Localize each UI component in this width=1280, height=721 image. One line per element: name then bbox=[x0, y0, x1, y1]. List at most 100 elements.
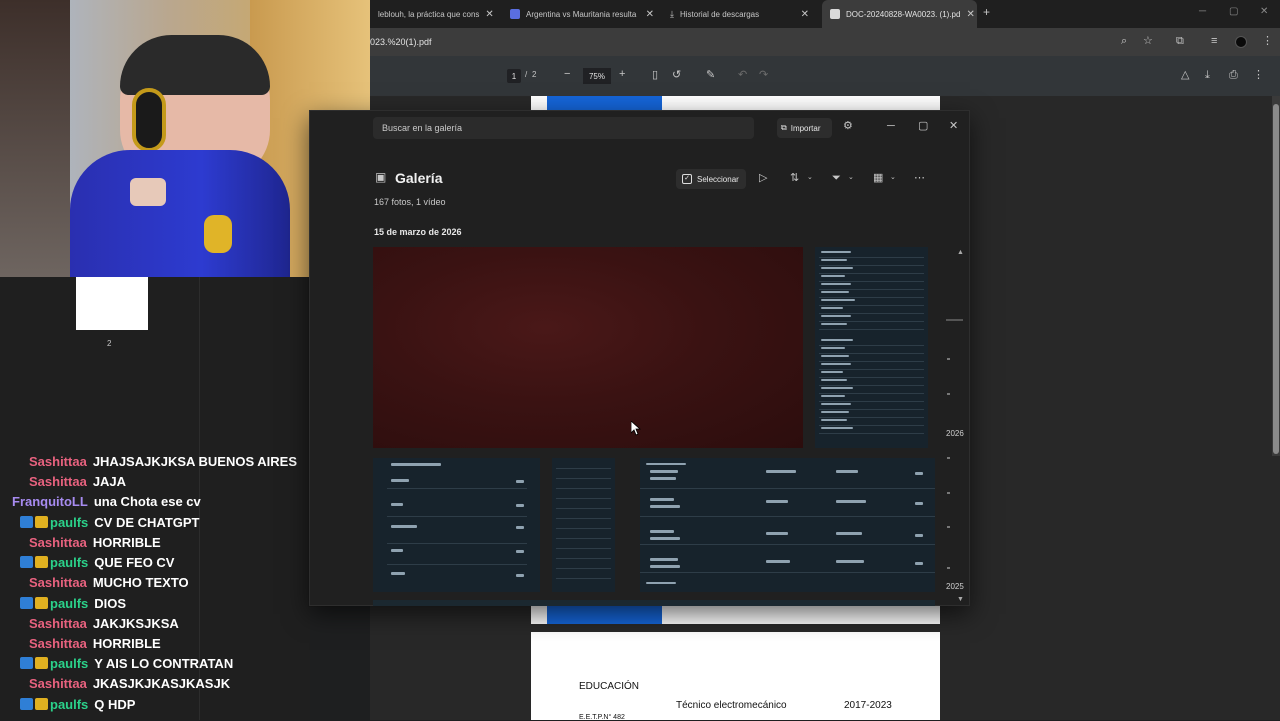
print-icon[interactable]: ⎙ bbox=[1229, 70, 1238, 81]
timeline-thumb[interactable] bbox=[946, 319, 963, 321]
menu-dots-icon[interactable]: ⋮ bbox=[1262, 36, 1273, 47]
tab-label: Argentina vs Mauritania resulta bbox=[526, 9, 637, 19]
more-options-icon[interactable]: ⋮ bbox=[1253, 70, 1264, 81]
close-icon[interactable]: ✕ bbox=[949, 121, 958, 132]
chat-username[interactable]: Sashittaa bbox=[29, 535, 87, 550]
tab-4-active[interactable]: DOC-20240828-WA0023. (1).pd ✕ bbox=[822, 0, 977, 28]
chat-username[interactable]: Sashittaa bbox=[29, 676, 87, 691]
view-layout-icon[interactable]: ▦ bbox=[873, 173, 883, 184]
chat-username[interactable]: Sashittaa bbox=[29, 575, 87, 590]
chat-text: QUE FEO CV bbox=[94, 554, 175, 570]
tab-label: Historial de descargas bbox=[679, 9, 760, 19]
crown-badge-icon bbox=[35, 698, 48, 710]
chat-text: JAKJKSJKSA bbox=[92, 615, 179, 631]
profile-avatar[interactable] bbox=[1235, 36, 1247, 48]
timeline-tick bbox=[947, 457, 950, 459]
minimize-icon[interactable]: ─ bbox=[887, 121, 895, 132]
close-tab-icon[interactable]: ✕ bbox=[646, 9, 654, 20]
pdf-scrollbar[interactable] bbox=[1272, 96, 1280, 456]
chat-text: Y AIS LO CONTRATAN bbox=[94, 655, 234, 671]
slideshow-icon[interactable]: ▷ bbox=[759, 173, 767, 184]
maximize-icon[interactable]: ▢ bbox=[918, 121, 928, 132]
years-text: 2017-2023 bbox=[844, 700, 892, 711]
screenshot-thumbnail[interactable] bbox=[640, 458, 935, 592]
chat-username[interactable]: paulfs bbox=[50, 596, 88, 611]
chat-username[interactable]: paulfs bbox=[50, 697, 88, 712]
tab-3[interactable]: ⤓ Historial de descargas ✕ bbox=[662, 0, 817, 28]
photo-thumbnail[interactable] bbox=[373, 247, 803, 448]
team-crest-icon bbox=[204, 215, 232, 253]
annotate-icon[interactable]: ✎ bbox=[706, 70, 715, 81]
tab-1[interactable]: leblouh, la práctica que cons ✕ bbox=[370, 0, 500, 28]
person-hand bbox=[130, 178, 166, 206]
chat-username[interactable]: Sashittaa bbox=[29, 616, 87, 631]
new-tab-button[interactable]: + bbox=[983, 5, 990, 19]
filter-chevron-down-icon[interactable]: ⌄ bbox=[848, 174, 854, 181]
gallery-search-input[interactable]: Buscar en la galería bbox=[373, 117, 754, 139]
download-pdf-icon[interactable]: ⤓ bbox=[1205, 70, 1210, 81]
more-options-icon[interactable]: ⋯ bbox=[914, 173, 925, 184]
zoom-icon[interactable]: ⌕ bbox=[1121, 36, 1127, 47]
close-tab-icon[interactable]: ✕ bbox=[485, 9, 493, 20]
screenshot-thumbnail[interactable] bbox=[815, 247, 928, 448]
maximize-window-icon[interactable]: ▢ bbox=[1229, 6, 1238, 17]
undo-icon[interactable]: ↶ bbox=[738, 70, 747, 81]
minimize-window-icon[interactable]: ─ bbox=[1199, 6, 1206, 17]
chat-message: Sashittaa HORRIBLE bbox=[0, 633, 320, 653]
settings-gear-icon[interactable]: ⚙ bbox=[843, 121, 853, 132]
sort-icon[interactable]: ⇅ bbox=[790, 173, 799, 184]
gallery-title: Galería bbox=[395, 170, 443, 186]
page-number-input[interactable]: 1 bbox=[507, 69, 521, 83]
chat-messages: Sashittaa JHAJSAJKJKSA BUENOS AIRES Sash… bbox=[0, 451, 320, 720]
zoom-level-input[interactable]: 75% bbox=[583, 68, 611, 84]
chat-text: Q HDP bbox=[94, 696, 136, 712]
address-bar[interactable]: 023.%20(1).pdf ⌕ ☆ ⧉ ≡ ⋮ bbox=[370, 28, 1280, 56]
close-window-icon[interactable]: ✕ bbox=[1260, 6, 1268, 17]
crown-badge-icon bbox=[35, 597, 48, 609]
chat-username[interactable]: paulfs bbox=[50, 555, 88, 570]
rotate-icon[interactable]: ↺ bbox=[672, 70, 681, 81]
scroll-up-icon[interactable]: ▲ bbox=[957, 249, 964, 256]
scroll-down-icon[interactable]: ▼ bbox=[957, 596, 964, 603]
timeline-tick bbox=[947, 492, 950, 494]
screenshot-thumbnail[interactable] bbox=[552, 458, 615, 592]
chat-username[interactable]: Sashittaa bbox=[29, 636, 87, 651]
timeline-year-2025[interactable]: 2025 bbox=[946, 582, 964, 591]
pdf-page-2: EDUCACIÓN Técnico electromecánico 2017-2… bbox=[531, 632, 940, 721]
redo-icon[interactable]: ↷ bbox=[759, 70, 768, 81]
sort-chevron-down-icon[interactable]: ⌄ bbox=[807, 174, 813, 181]
screenshot-thumbnail[interactable] bbox=[373, 458, 540, 592]
section-heading: EDUCACIÓN bbox=[579, 681, 640, 692]
extensions-icon[interactable]: ⧉ bbox=[1176, 36, 1184, 47]
zoom-out-button[interactable]: − bbox=[564, 69, 570, 80]
fit-page-icon[interactable]: ▯ bbox=[652, 70, 658, 81]
chat-text: HORRIBLE bbox=[92, 534, 161, 550]
timeline-year-2026[interactable]: 2026 bbox=[946, 429, 964, 438]
vip-badge-icon bbox=[20, 556, 33, 568]
chat-text: JKASJKJKASJKASJK bbox=[92, 675, 231, 691]
chat-username[interactable]: Sashittaa bbox=[29, 454, 87, 469]
page-separator: / bbox=[525, 70, 528, 79]
timeline-tick bbox=[947, 567, 950, 569]
tab-2[interactable]: Argentina vs Mauritania resulta ✕ bbox=[502, 0, 662, 28]
import-button[interactable]: ⧉ Importar bbox=[777, 118, 832, 138]
chat-username[interactable]: paulfs bbox=[50, 656, 88, 671]
chat-username[interactable]: FranquitoLL bbox=[12, 494, 88, 509]
drive-icon[interactable]: △ bbox=[1181, 70, 1189, 81]
chat-username[interactable]: paulfs bbox=[50, 515, 88, 530]
chat-username[interactable]: Sashittaa bbox=[29, 474, 87, 489]
view-chevron-down-icon[interactable]: ⌄ bbox=[890, 174, 896, 181]
close-tab-icon[interactable]: ✕ bbox=[966, 9, 974, 20]
chat-text: HORRIBLE bbox=[92, 635, 161, 651]
filter-icon[interactable]: ⏷ bbox=[832, 173, 841, 184]
bookmark-star-icon[interactable]: ☆ bbox=[1143, 36, 1153, 47]
close-tab-icon[interactable]: ✕ bbox=[801, 9, 809, 20]
zoom-in-button[interactable]: + bbox=[619, 69, 625, 80]
pdf-scroll-thumb[interactable] bbox=[1273, 104, 1279, 454]
gallery-count: 167 fotos, 1 vídeo bbox=[374, 197, 446, 207]
select-button[interactable]: ✓ Seleccionar bbox=[676, 169, 746, 189]
media-control-icon[interactable]: ≡ bbox=[1211, 36, 1217, 47]
vip-badge-icon bbox=[20, 597, 33, 609]
download-icon: ⤓ bbox=[670, 8, 674, 19]
page-thumbnail[interactable] bbox=[76, 277, 148, 330]
